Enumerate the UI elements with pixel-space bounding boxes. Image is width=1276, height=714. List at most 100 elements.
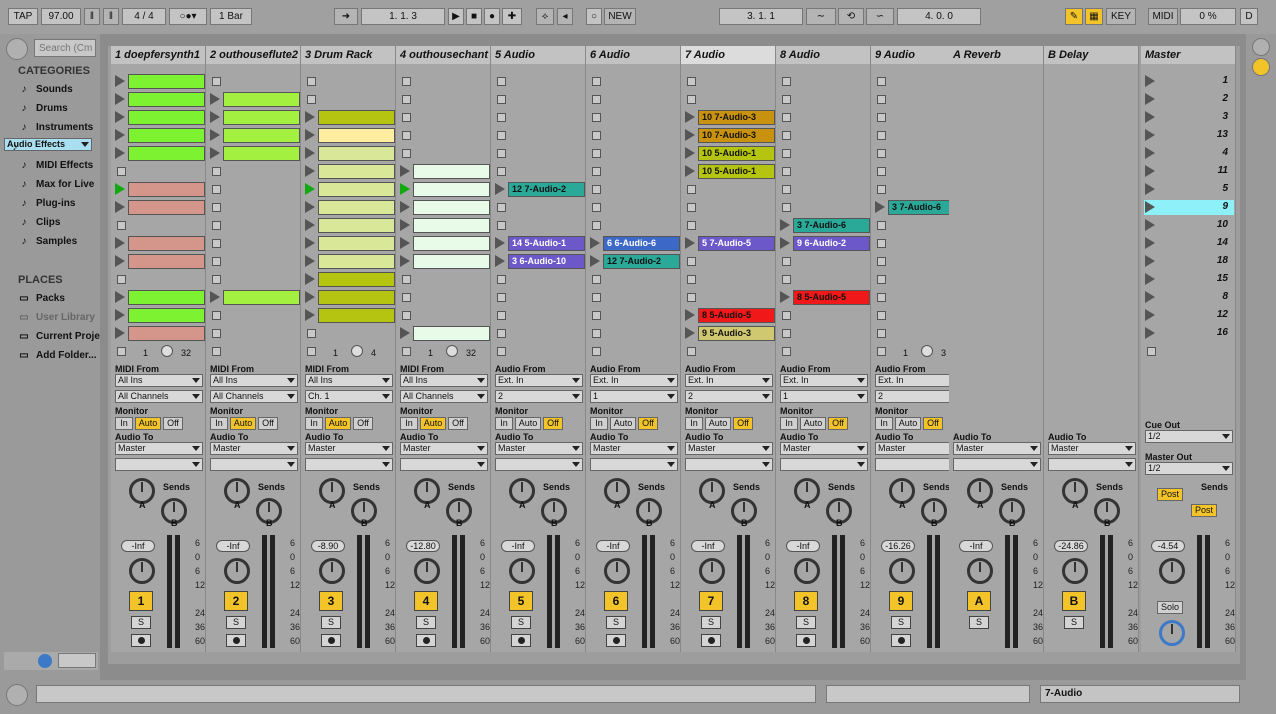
clip[interactable]: 14 5-Audio-1 [508,236,585,251]
scene-slot[interactable]: 3 [1144,110,1234,125]
arm-record-icon[interactable] [891,634,911,647]
clip-slot[interactable] [209,74,299,89]
volume-field[interactable]: -24.86 [1054,540,1088,552]
clip-stop-button[interactable] [687,257,696,266]
track-activator-button[interactable]: 7 [699,591,723,611]
draw-mode-icon[interactable]: ✎ [1065,8,1083,25]
clip-slot[interactable] [684,272,774,287]
solo-button[interactable]: S [226,616,246,629]
clip-stop-button[interactable] [782,185,791,194]
master-out-select[interactable]: 1/2 [1145,462,1233,475]
clip[interactable] [318,164,395,179]
solo-button[interactable]: S [796,616,816,629]
info-icon[interactable] [38,654,52,668]
clip-slot[interactable] [589,74,679,89]
clip-launch-icon[interactable] [400,201,410,213]
loop-start-field[interactable]: 3. 1. 1 [719,8,803,25]
clip-slot[interactable] [209,308,299,323]
pan-knob[interactable] [1159,558,1185,584]
follow-icon[interactable]: ➜ [334,8,358,25]
scene-slot[interactable]: 8 [1144,290,1234,305]
clip-stop-button[interactable] [497,203,506,212]
clip-stop-button[interactable] [402,275,411,284]
place-item[interactable]: ▭ User Library [14,309,100,326]
post-button[interactable]: Post [1157,488,1183,501]
category-sounds[interactable]: ♪ Sounds [14,81,100,98]
clip-stop-button[interactable] [782,257,791,266]
clip-stop-button[interactable] [307,329,316,338]
clip[interactable]: 10 5-Audio-1 [698,164,775,179]
input-channel-select[interactable]: All Channels [115,390,203,403]
clip-slot[interactable] [114,164,204,179]
clip-stop-button[interactable] [782,311,791,320]
clip-stop-button[interactable] [212,257,221,266]
clip[interactable] [318,272,395,287]
stop-clips-button[interactable] [117,347,126,356]
scene-launch-icon[interactable] [1145,111,1155,123]
clip-stop-button[interactable] [117,221,126,230]
category-instruments[interactable]: ♪ Instruments [14,119,100,136]
clip-slot[interactable] [114,74,205,89]
category-plug-ins[interactable]: ♪ Plug-ins [14,195,100,212]
clip-slot[interactable] [209,272,299,287]
clip-stop-button[interactable] [497,221,506,230]
scene-launch-icon[interactable] [1145,255,1155,267]
clip-stop-button[interactable] [212,329,221,338]
stop-clips-button[interactable] [497,347,506,356]
solo-button[interactable]: S [416,616,436,629]
clip-launch-icon[interactable] [400,219,410,231]
clip-slot[interactable] [399,146,489,161]
track-activator-button[interactable]: 2 [224,591,248,611]
clip-slot[interactable] [494,308,584,323]
pan-dial-icon[interactable] [161,345,173,357]
clip-launch-icon[interactable] [685,111,695,123]
clip-launch-icon[interactable] [115,291,125,303]
clip[interactable] [318,200,395,215]
clip-slot[interactable] [399,326,490,341]
scene-launch-icon[interactable] [1145,309,1155,321]
category-midi-effects[interactable]: ♪ MIDI Effects [14,157,100,174]
clip-slot[interactable] [589,272,679,287]
clip-stop-button[interactable] [402,95,411,104]
monitor-auto-button[interactable]: Auto [895,417,921,430]
clip-stop-button[interactable] [877,311,886,320]
pan-dial-icon[interactable] [921,345,933,357]
clip-stop-button[interactable] [497,311,506,320]
scene-slot[interactable]: 5 [1144,182,1234,197]
clip-stop-button[interactable] [592,275,601,284]
monitor-in-button[interactable]: In [590,417,608,430]
clip-slot[interactable] [589,146,679,161]
category-samples[interactable]: ♪ Samples [14,233,100,250]
output-select[interactable]: Master [495,442,583,455]
clip-slot[interactable] [399,200,490,215]
clip-stop-button[interactable] [592,167,601,176]
monitor-off-button[interactable]: Off [638,417,658,430]
monitor-in-button[interactable]: In [875,417,893,430]
clip-stop-button[interactable] [497,293,506,302]
track-activator-button[interactable]: 4 [414,591,438,611]
clip-stop-button[interactable] [402,149,411,158]
clip-launch-icon[interactable] [210,147,220,159]
stop-clips-button[interactable] [307,347,316,356]
input-type-select[interactable]: All Ins [400,374,488,387]
clip-stop-button[interactable] [592,131,601,140]
arm-record-icon[interactable] [701,634,721,647]
loop-icon[interactable]: ⟲ [838,8,864,25]
clip-slot[interactable] [589,218,679,233]
scene-slot[interactable]: 11 [1144,164,1234,179]
clip-launch-icon[interactable] [115,147,125,159]
scene-slot[interactable]: 10 [1144,218,1234,233]
clip-slot[interactable] [114,92,205,107]
clip-stop-button[interactable] [782,131,791,140]
clip-stop-button[interactable] [402,311,411,320]
scene-slot[interactable]: 15 [1144,272,1234,287]
clip-launch-icon[interactable] [400,237,410,249]
monitor-in-button[interactable]: In [305,417,323,430]
clip[interactable] [128,128,205,143]
clip-slot[interactable] [494,110,584,125]
clip-slot[interactable] [209,146,300,161]
solo-button[interactable]: S [131,616,151,629]
track-title[interactable]: B Delay [1044,46,1138,64]
clip-launch-icon[interactable] [115,111,125,123]
clip[interactable]: 9 5-Audio-3 [698,326,775,341]
